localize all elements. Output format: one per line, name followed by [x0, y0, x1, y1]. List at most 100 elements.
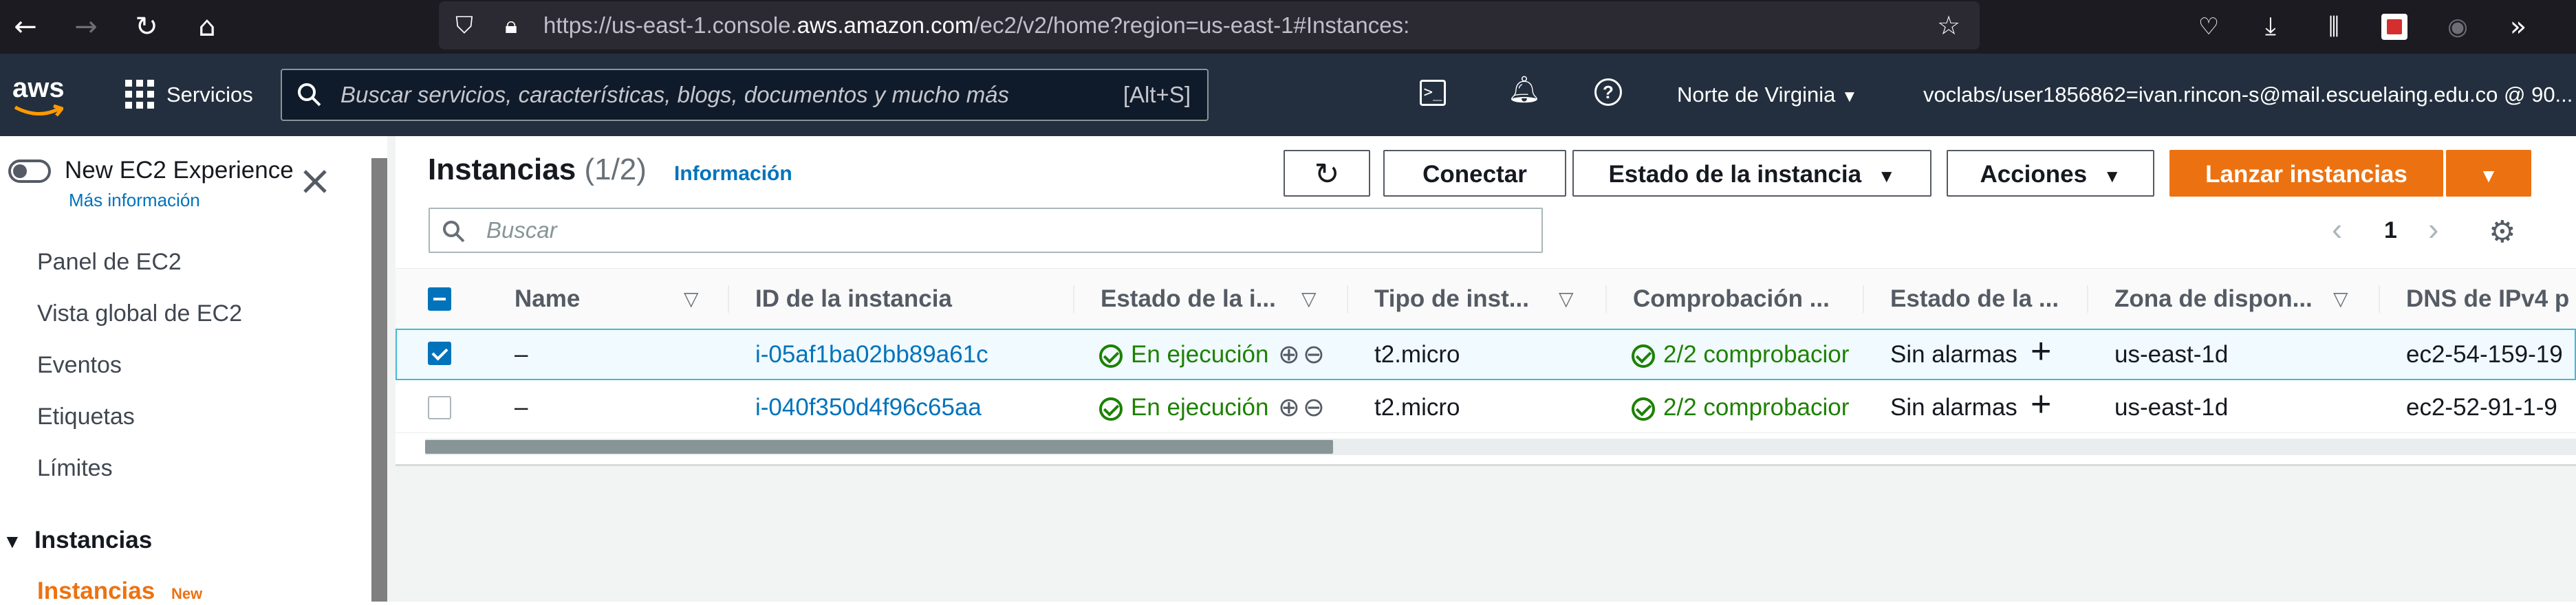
success-check-icon — [1632, 344, 1655, 368]
sort-icon[interactable]: ▽ — [684, 268, 699, 330]
sidebar-item-instances-active[interactable]: Instancias New — [37, 578, 202, 605]
help-icon[interactable]: ? — [1594, 78, 1622, 106]
home-icon[interactable]: ⌂ — [190, 10, 224, 44]
row-checkbox[interactable] — [428, 396, 451, 419]
cell-instance-type: t2.micro — [1374, 394, 1460, 421]
table-row[interactable] — [396, 329, 2576, 380]
overflow-chevron-icon[interactable]: » — [2501, 10, 2535, 44]
region-selector[interactable]: Norte de Virginia ▼ — [1677, 54, 1858, 138]
extension-icon[interactable] — [2381, 14, 2407, 40]
cell-availability-zone: us-east-1d — [2114, 394, 2229, 421]
refresh-button[interactable]: ↻ — [1284, 150, 1370, 197]
add-alarm-icon[interactable]: + — [2031, 326, 2051, 377]
sidebar-item-events[interactable]: Eventos — [37, 352, 122, 379]
settings-gear-icon[interactable]: ⚙ — [2489, 214, 2515, 250]
bookmark-star-icon[interactable]: ☆ — [1931, 8, 1966, 43]
sidebar-scrollbar[interactable] — [371, 158, 387, 602]
privacy-eye-icon[interactable]: ◉ — [2440, 10, 2475, 44]
cell-instance-id-link[interactable]: i-05af1ba02bb89a61c — [755, 329, 988, 380]
sidebar-item-tags[interactable]: Etiquetas — [37, 404, 135, 430]
connect-button[interactable]: Conectar — [1383, 150, 1566, 197]
forward-icon[interactable]: → — [69, 10, 103, 44]
column-divider[interactable] — [1863, 285, 1864, 313]
sidebar: New EC2 Experience Más información Panel… — [0, 136, 368, 605]
new-experience-toggle[interactable] — [8, 160, 51, 183]
caret-down-icon: ▼ — [1877, 166, 1896, 186]
row-checkbox[interactable] — [428, 342, 451, 365]
column-divider[interactable] — [2087, 285, 2088, 313]
zoom-out-icon[interactable]: ⊖ — [1303, 382, 1325, 433]
column-divider[interactable] — [1605, 285, 1607, 313]
sidebar-section-instances[interactable]: Instancias — [34, 527, 152, 554]
cloudshell-icon[interactable]: >_ — [1420, 80, 1446, 106]
notifications-bell-icon[interactable]: 🔔︎ — [1508, 74, 1541, 105]
more-info-link[interactable]: Más información — [69, 190, 200, 211]
instance-state-button[interactable]: Estado de la instancia ▼ — [1572, 150, 1931, 197]
column-divider[interactable] — [728, 285, 729, 313]
close-icon[interactable] — [303, 169, 327, 194]
aws-logo[interactable]: aws — [12, 73, 65, 104]
refresh-icon: ↻ — [1314, 157, 1340, 192]
table-row[interactable] — [396, 382, 2576, 433]
cell-instance-state: En ejecución — [1099, 382, 1268, 433]
cell-name[interactable]: – — [515, 329, 528, 380]
caret-down-icon: ▼ — [2479, 165, 2498, 186]
add-alarm-icon[interactable]: + — [2031, 379, 2051, 430]
zoom-in-icon[interactable]: ⊕ — [1278, 329, 1300, 380]
col-header-name[interactable]: Name — [515, 268, 580, 330]
table-horizontal-scrollbar-thumb[interactable] — [425, 440, 1333, 454]
services-menu[interactable]: Servicios — [166, 54, 253, 136]
column-divider[interactable] — [1073, 285, 1074, 313]
sort-icon[interactable]: ▽ — [1559, 268, 1574, 330]
instances-search-input[interactable]: Buscar — [429, 208, 1543, 253]
sort-icon[interactable]: ▽ — [1301, 268, 1317, 330]
aws-search-input[interactable]: Buscar servicios, características, blogs… — [281, 69, 1209, 121]
sidebar-item-ec2-dashboard[interactable]: Panel de EC2 — [37, 249, 182, 276]
col-header-instance-state[interactable]: Estado de la i... — [1101, 268, 1276, 330]
cell-instance-id-link[interactable]: i-040f350d4f96c65aa — [755, 382, 982, 433]
page-number[interactable]: 1 — [2384, 217, 2397, 244]
url-bar[interactable]: ⛉ 🔒︎ https://us-east-1.console.aws.amazo… — [439, 1, 1980, 50]
launch-dropdown-button[interactable]: ▼ — [2446, 150, 2531, 197]
col-header-availability-zone[interactable]: Zona de dispon... — [2114, 268, 2313, 330]
shield-icon[interactable]: ⛉ — [447, 8, 481, 43]
col-header-alarm-status[interactable]: Estado de la ... — [1890, 268, 2059, 330]
cell-status-check[interactable]: 2/2 comprobacior — [1632, 329, 1863, 380]
select-all-checkbox[interactable] — [428, 287, 451, 311]
col-header-status-check[interactable]: Comprobación ... — [1633, 268, 1830, 330]
library-icon[interactable]: ⫼ — [2317, 10, 2351, 44]
actions-button[interactable]: Acciones ▼ — [1947, 150, 2154, 197]
column-divider[interactable] — [1347, 285, 1348, 313]
prev-page-icon[interactable]: ‹ — [2332, 210, 2342, 248]
zoom-out-icon[interactable]: ⊖ — [1303, 329, 1325, 380]
pocket-icon[interactable]: ♡ — [2191, 10, 2226, 44]
sort-icon[interactable]: ▽ — [2333, 268, 2348, 330]
zoom-in-icon[interactable]: ⊕ — [1278, 382, 1300, 433]
cell-status-check[interactable]: 2/2 comprobacior — [1632, 382, 1863, 433]
back-icon[interactable]: ← — [8, 10, 43, 44]
sidebar-item-global-view[interactable]: Vista global de EC2 — [37, 300, 242, 327]
cell-name[interactable]: – — [515, 382, 528, 433]
selection-count: (1/2) — [584, 153, 647, 186]
col-header-instance-type[interactable]: Tipo de inst... — [1374, 268, 1529, 330]
download-icon[interactable]: ⤓ — [2253, 10, 2288, 44]
caret-down-icon[interactable]: ▼ — [3, 531, 22, 553]
account-menu[interactable]: voclabs/user1856862=ivan.rincon-s@mail.e… — [1923, 54, 2573, 136]
column-divider[interactable] — [2379, 285, 2380, 313]
info-link[interactable]: Información — [674, 162, 792, 186]
sidebar-item-limits[interactable]: Límites — [37, 455, 113, 482]
success-check-icon — [1099, 397, 1123, 421]
cell-instance-type: t2.micro — [1374, 341, 1460, 368]
url-text[interactable]: https://us-east-1.console.aws.amazon.com… — [543, 1, 1409, 50]
col-header-instance-id[interactable]: ID de la instancia — [755, 268, 952, 330]
services-grid-icon[interactable] — [125, 80, 154, 109]
new-badge: New — [171, 585, 203, 602]
next-page-icon[interactable]: › — [2428, 210, 2438, 248]
launch-instances-button[interactable]: Lanzar instancias — [2169, 150, 2443, 197]
aws-smile-icon — [14, 104, 63, 117]
reload-icon[interactable]: ↻ — [129, 10, 164, 44]
col-header-ipv4-dns[interactable]: DNS de IPv4 p — [2406, 268, 2569, 330]
search-placeholder: Buscar servicios, características, blogs… — [340, 82, 1010, 107]
lock-icon[interactable]: 🔒︎ — [494, 8, 528, 43]
caret-down-icon: ▼ — [2103, 166, 2121, 186]
